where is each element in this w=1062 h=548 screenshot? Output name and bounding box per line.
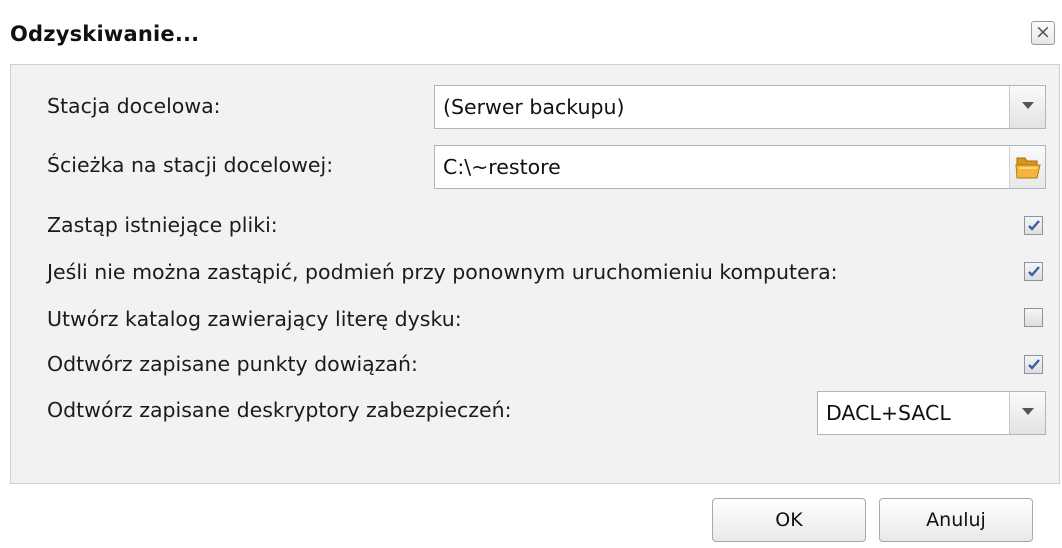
path-input[interactable]: C:\~restore [434,145,1046,189]
dialog-footer: OK Anuluj [0,484,1062,548]
create-drive-folder-label: Utwórz katalog zawierający literę dysku: [47,307,462,331]
options-panel: Stacja docelowa: (Serwer backupu) Ścieżk… [10,64,1060,484]
destination-select[interactable]: (Serwer backupu) [434,85,1046,129]
checkmark-icon [1028,220,1040,231]
cancel-button[interactable]: Anuluj [879,498,1033,542]
security-descriptors-value: DACL+SACL [826,401,951,425]
checkmark-icon [1028,359,1040,370]
browse-folder-button[interactable] [1009,146,1045,188]
security-descriptors-label: Odtwórz zapisane deskryptory zabezpiecze… [47,398,512,422]
overwrite-label: Zastąp istniejące pliki: [47,213,278,237]
restore-junctions-checkbox[interactable] [1024,355,1043,374]
dialog-titlebar: Odzyskiwanie... × [0,0,1062,64]
folder-open-icon [1015,157,1041,179]
chevron-down-icon [1022,102,1034,109]
close-icon: × [1035,21,1051,43]
overwrite-checkbox[interactable] [1024,216,1043,235]
destination-value: (Serwer backupu) [443,95,625,119]
chevron-down-icon [1022,408,1034,415]
path-label: Ścieżka na stacji docelowej: [47,153,334,177]
replace-on-reboot-checkbox[interactable] [1024,262,1043,281]
replace-on-reboot-label: Jeśli nie można zastąpić, podmień przy p… [47,260,838,284]
destination-dropdown-button[interactable] [1009,86,1045,128]
restore-dialog: Odzyskiwanie... × Stacja docelowa: (Serw… [0,0,1062,548]
security-descriptors-select[interactable]: DACL+SACL [817,391,1046,435]
path-value: C:\~restore [443,155,561,179]
ok-button[interactable]: OK [712,498,866,542]
checkmark-icon [1028,266,1040,277]
restore-junctions-label: Odtwórz zapisane punkty dowiązań: [47,352,418,376]
dialog-title: Odzyskiwanie... [10,22,200,46]
close-button[interactable]: × [1031,21,1055,45]
create-drive-folder-checkbox[interactable] [1024,308,1043,327]
destination-label: Stacja docelowa: [47,94,221,118]
security-descriptors-dropdown-button[interactable] [1009,392,1045,434]
